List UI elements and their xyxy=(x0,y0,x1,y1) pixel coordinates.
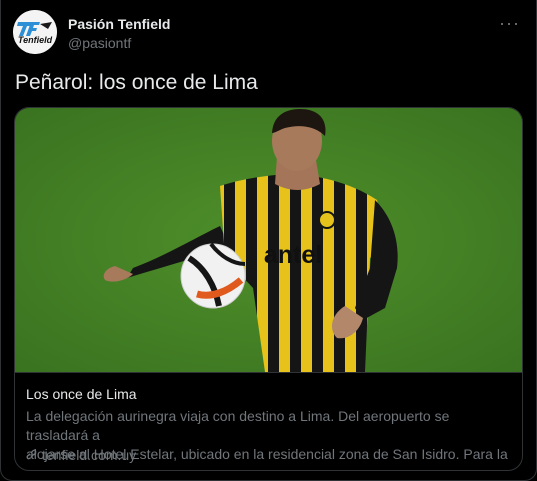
avatar[interactable]: Tenfield xyxy=(13,10,57,54)
tweet-text: Peñarol: los once de Lima xyxy=(15,71,258,94)
link-icon xyxy=(26,449,37,459)
card-title[interactable]: Los once de Lima xyxy=(26,386,137,402)
more-options-icon[interactable]: ··· xyxy=(499,13,520,34)
author-handle[interactable]: @pasiontf xyxy=(68,35,131,51)
card-domain-text: tenfield.com.uy xyxy=(42,447,137,463)
tenfield-logo-icon: Tenfield xyxy=(13,10,57,54)
card-image[interactable]: antel xyxy=(15,108,522,372)
link-card[interactable]: antel Los once de Lima La delegación aur… xyxy=(14,107,523,471)
card-body[interactable]: Los once de Lima La delegación aurinegra… xyxy=(15,372,522,470)
tweet: Tenfield Pasión Tenfield @pasiontf ··· P… xyxy=(0,0,537,481)
svg-text:Tenfield: Tenfield xyxy=(18,35,53,45)
card-domain[interactable]: tenfield.com.uy xyxy=(26,447,136,463)
svg-text:antel: antel xyxy=(264,241,322,269)
author-name[interactable]: Pasión Tenfield xyxy=(68,16,170,32)
card-description-line1: La delegación aurinegra viaja con destin… xyxy=(26,408,450,443)
